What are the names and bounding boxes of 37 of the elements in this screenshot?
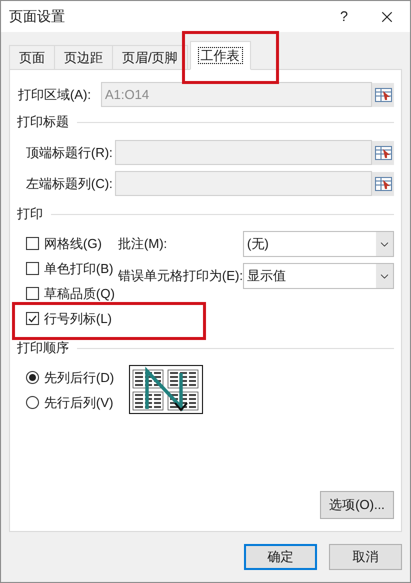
options-button[interactable]: 选项(O)...	[320, 491, 394, 519]
dialog-button[interactable]: 确定	[244, 544, 317, 570]
checkbox[interactable]: 单色打印(B)	[26, 258, 114, 278]
field-label: 批注(M):	[117, 235, 168, 254]
checkbox-box[interactable]	[26, 312, 39, 325]
field-label: 左端标题列(C):	[26, 174, 114, 193]
field-label: 打印区域(A):	[17, 86, 92, 104]
help-button[interactable]: ?	[324, 2, 364, 32]
tab[interactable]: 页面	[9, 45, 55, 69]
checkbox-box[interactable]	[26, 262, 39, 275]
checkbox-box[interactable]	[26, 287, 39, 300]
checkbox[interactable]: 网格线(G)	[26, 234, 102, 254]
range-select-icon	[374, 88, 392, 102]
field-label: 错误单元格打印为(E):	[117, 267, 243, 286]
dropdown[interactable]: 显示值	[243, 263, 394, 289]
dialog-button[interactable]: 取消	[329, 544, 402, 570]
collapse-dialog-button[interactable]	[372, 140, 394, 164]
tab[interactable]: 页眉/页脚	[112, 45, 188, 69]
range-select-icon	[374, 146, 392, 160]
radio-button[interactable]: 先行后列(V)	[26, 390, 129, 415]
dropdown[interactable]: (无)	[243, 231, 394, 257]
title-range-field[interactable]	[115, 171, 372, 196]
collapse-dialog-button[interactable]	[372, 82, 394, 106]
window-title: 页面设置	[9, 7, 66, 26]
tab[interactable]: 工作表	[190, 41, 251, 70]
checkbox[interactable]: 草稿品质(Q)	[26, 284, 115, 304]
section-heading: 打印标题	[17, 113, 69, 132]
checkbox-box[interactable]	[26, 237, 39, 250]
section-heading: 打印顺序	[17, 339, 69, 358]
range-select-icon	[374, 176, 392, 190]
check-icon	[28, 314, 37, 322]
field-label: 顶端标题行(R):	[26, 144, 114, 162]
checkbox[interactable]: 行号列标(L)	[26, 308, 112, 328]
section-heading: 打印	[17, 205, 43, 224]
title-range-field[interactable]	[115, 140, 372, 165]
collapse-dialog-button[interactable]	[372, 172, 394, 196]
radio-button[interactable]: 先列后行(D)	[26, 365, 129, 390]
